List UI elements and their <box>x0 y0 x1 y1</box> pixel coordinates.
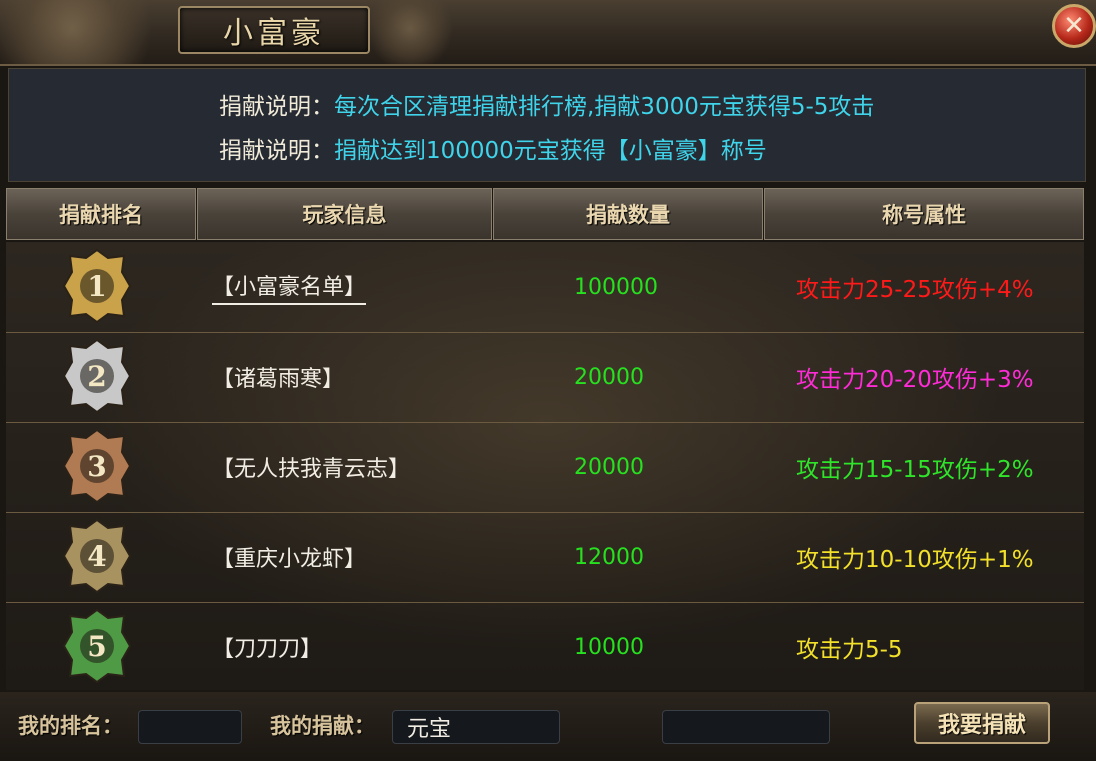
player-name[interactable]: 【诸葛雨寒】 <box>212 332 344 422</box>
info-label: 捐献说明： <box>219 94 334 120</box>
player-name[interactable]: 【无人扶我青云志】 <box>212 422 410 512</box>
my-rank-field <box>138 710 242 744</box>
donation-input[interactable] <box>662 710 830 744</box>
player-name[interactable]: 【刀刀刀】 <box>212 602 322 692</box>
title-plate: 小富豪 <box>178 6 370 54</box>
ranking-table: 1 【小富豪名单】 100000 攻击力25-25攻伤+4% 2 【诸葛雨寒】 … <box>6 242 1084 690</box>
svg-text:2: 2 <box>87 360 106 393</box>
donate-button[interactable]: 我要捐献 <box>914 702 1050 744</box>
svg-text:5: 5 <box>87 630 106 663</box>
rank-medal-icon: 4 <box>62 518 132 594</box>
donation-amount: 100000 <box>574 274 658 300</box>
svg-text:1: 1 <box>87 270 106 303</box>
window-title: 小富豪 <box>223 16 325 51</box>
close-icon[interactable]: ✕ <box>1052 4 1096 48</box>
info-text: 捐献达到100000元宝获得【小富豪】称号 <box>334 138 767 164</box>
my-rank-label: 我的排名： <box>18 714 123 738</box>
title-attribute: 攻击力25-25攻伤+4% <box>796 277 1034 303</box>
header-player: 玩家信息 <box>197 188 492 240</box>
table-row: 5 【刀刀刀】 10000 攻击力5-5 <box>6 602 1084 692</box>
title-attribute: 攻击力15-15攻伤+2% <box>796 457 1034 483</box>
rank-medal-icon: 3 <box>62 428 132 504</box>
donation-info-box: 捐献说明：每次合区清理捐献排行榜,捐献3000元宝获得5-5攻击 捐献说明：捐献… <box>8 68 1086 182</box>
player-name[interactable]: 【重庆小龙虾】 <box>212 512 366 602</box>
header-amount: 捐献数量 <box>493 188 763 240</box>
title-attribute: 攻击力5-5 <box>796 637 903 663</box>
svg-text:4: 4 <box>87 540 106 573</box>
rank-medal-icon: 5 <box>62 608 132 684</box>
donation-amount: 12000 <box>574 544 644 570</box>
rank-medal-icon: 1 <box>62 248 132 324</box>
info-line-1: 捐献说明：每次合区清理捐献排行榜,捐献3000元宝获得5-5攻击 <box>219 87 874 121</box>
donation-amount: 20000 <box>574 454 644 480</box>
info-text: 每次合区清理捐献排行榜,捐献3000元宝获得5-5攻击 <box>334 94 875 120</box>
table-row: 4 【重庆小龙虾】 12000 攻击力10-10攻伤+1% <box>6 512 1084 603</box>
window-title-bar: 小富豪 ✕ <box>0 0 1096 66</box>
ornament-right <box>360 0 460 64</box>
info-line-2: 捐献说明：捐献达到100000元宝获得【小富豪】称号 <box>219 131 767 165</box>
donation-amount: 10000 <box>574 634 644 660</box>
rank-medal-icon: 2 <box>62 338 132 414</box>
table-row: 2 【诸葛雨寒】 20000 攻击力20-20攻伤+3% <box>6 332 1084 423</box>
title-attribute: 攻击力20-20攻伤+3% <box>796 367 1034 393</box>
my-donation-value: 元宝 <box>407 717 452 742</box>
info-label: 捐献说明： <box>219 138 334 164</box>
donation-amount: 20000 <box>574 364 644 390</box>
table-header: 捐献排名 玩家信息 捐献数量 称号属性 <box>6 188 1084 240</box>
header-rank: 捐献排名 <box>6 188 196 240</box>
table-row: 1 【小富豪名单】 100000 攻击力25-25攻伤+4% <box>6 242 1084 333</box>
svg-text:3: 3 <box>87 450 106 483</box>
title-attribute: 攻击力10-10攻伤+1% <box>796 547 1034 573</box>
table-row: 3 【无人扶我青云志】 20000 攻击力15-15攻伤+2% <box>6 422 1084 513</box>
ornament-left <box>0 0 180 64</box>
player-name[interactable]: 【小富豪名单】 <box>212 242 367 332</box>
footer-bar: 我的排名： 我的捐献： 元宝 我要捐献 <box>0 692 1096 761</box>
my-donation-label: 我的捐献： <box>270 714 375 738</box>
header-attr: 称号属性 <box>764 188 1084 240</box>
my-donation-field: 元宝 <box>392 710 560 744</box>
